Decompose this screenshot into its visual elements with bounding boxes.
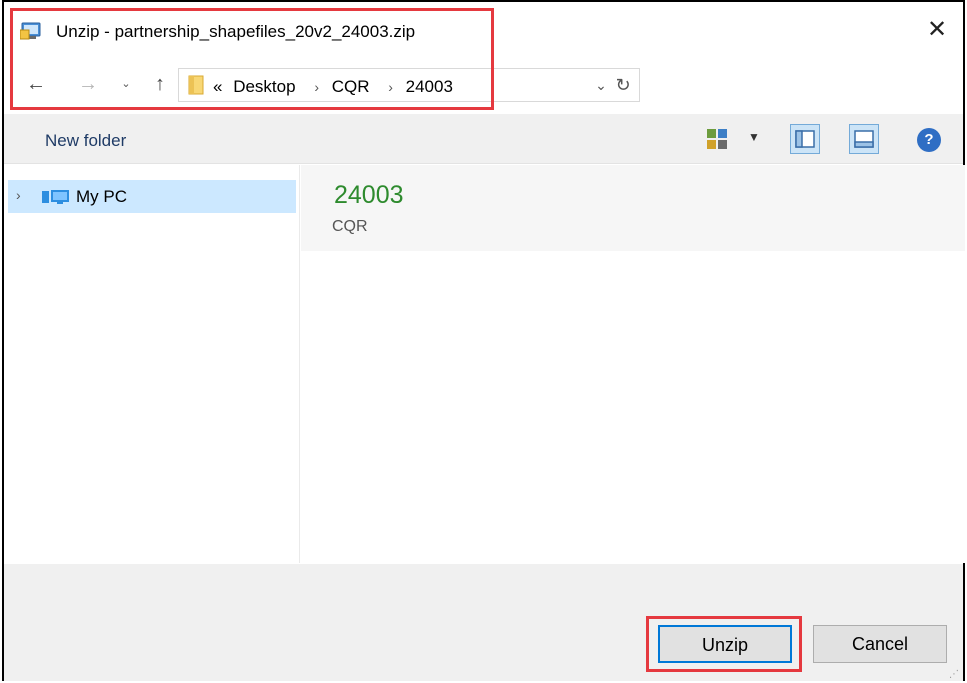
breadcrumb-24003[interactable]: 24003	[406, 77, 453, 96]
toolbar: New folder ▼ ?	[4, 114, 963, 164]
breadcrumb-desktop[interactable]: Desktop	[233, 77, 295, 96]
new-folder-button[interactable]: New folder	[45, 131, 126, 151]
chevron-right-icon[interactable]: ›	[314, 79, 319, 95]
refresh-icon[interactable]: ↻	[613, 74, 633, 96]
up-button[interactable]: ↑	[148, 72, 172, 96]
details-pane-button[interactable]	[849, 124, 879, 154]
back-button[interactable]: ←	[24, 72, 48, 96]
navigation-bar: ← → ⌄ ↑ « Desktop › CQR › 24003 ⌄ ↻	[4, 62, 963, 108]
breadcrumb-overflow[interactable]: «	[213, 77, 222, 96]
parent-folder-name: CQR	[332, 218, 368, 235]
preview-pane-icon	[795, 130, 815, 148]
views-dropdown-icon[interactable]: ▼	[748, 130, 760, 144]
current-folder-name: 24003	[334, 181, 404, 209]
close-button[interactable]: ✕	[923, 16, 951, 44]
cancel-button[interactable]: Cancel	[813, 625, 947, 663]
forward-button[interactable]: →	[76, 72, 100, 96]
chevron-right-icon[interactable]: ›	[388, 79, 393, 95]
breadcrumb-cqr[interactable]: CQR	[332, 77, 370, 96]
chevron-down-icon[interactable]: ⌄	[593, 75, 609, 95]
folder-header: 24003 CQR	[301, 165, 965, 251]
change-view-icon[interactable]	[706, 128, 728, 150]
tree-item-label: My PC	[76, 187, 127, 206]
address-bar[interactable]: « Desktop › CQR › 24003 ⌄ ↻	[178, 68, 640, 102]
computer-icon	[42, 190, 69, 204]
recent-locations-button[interactable]: ⌄	[114, 72, 138, 96]
tree-item-my-pc[interactable]: › My PC	[8, 180, 296, 213]
zip-extract-icon	[20, 22, 41, 40]
breadcrumb: « Desktop › CQR › 24003	[213, 77, 459, 97]
dialog-footer: Unzip Cancel ⋰	[4, 564, 963, 681]
preview-pane-button[interactable]	[790, 124, 820, 154]
content-pane: 24003 CQR	[301, 165, 965, 563]
navigation-pane: › My PC	[4, 165, 300, 563]
folder-icon	[188, 75, 204, 95]
unzip-dialog: Unzip - partnership_shapefiles_20v2_2400…	[2, 0, 965, 681]
chevron-right-icon[interactable]: ›	[16, 187, 21, 203]
unzip-button[interactable]: Unzip	[658, 625, 792, 663]
resize-grip-icon[interactable]: ⋰	[949, 670, 959, 680]
title-bar: Unzip - partnership_shapefiles_20v2_2400…	[4, 2, 963, 60]
help-icon[interactable]: ?	[917, 128, 941, 152]
details-pane-icon	[854, 130, 874, 148]
window-title: Unzip - partnership_shapefiles_20v2_2400…	[56, 22, 416, 41]
